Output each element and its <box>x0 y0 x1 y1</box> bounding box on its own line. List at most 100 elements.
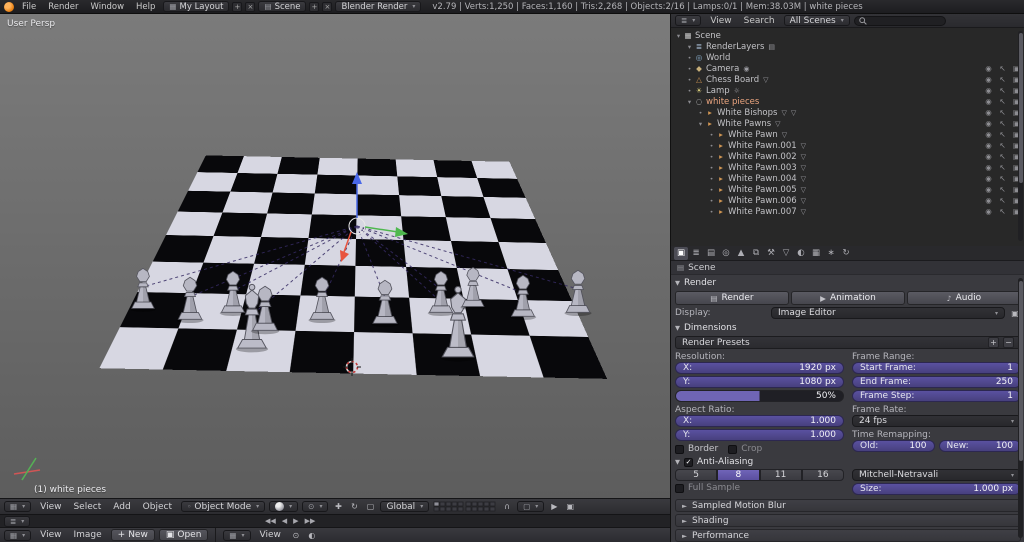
collapse-arrow-icon[interactable]: ▼ <box>675 458 680 466</box>
outliner-item-label[interactable]: RenderLayers <box>706 42 764 52</box>
render-button[interactable]: ▤ Render <box>675 291 789 305</box>
add-preset-button[interactable]: + <box>988 337 999 348</box>
render-presets-select[interactable]: Render Presets + − <box>675 336 1021 349</box>
disclosure-icon[interactable]: • <box>685 65 694 73</box>
properties-tab-render-layers[interactable]: ≣ <box>689 247 703 260</box>
outliner-item-label[interactable]: White Pawn.004 <box>728 174 797 184</box>
add-layout-button[interactable]: + <box>232 1 243 12</box>
outliner-item-label[interactable]: White Pawn <box>728 130 778 140</box>
view3d-menu-view[interactable]: View <box>35 502 66 512</box>
eye-icon[interactable]: ◉ <box>984 185 993 194</box>
disclosure-icon[interactable]: • <box>685 87 694 95</box>
outliner-row-white-pawn-001[interactable]: • ▸ White Pawn.001 ▽ ◉ ↖ ▣ <box>671 140 1024 151</box>
outliner-row-white-pawns[interactable]: ▾ ▸ White Pawns ▽ ◉ ↖ ▣ <box>671 118 1024 129</box>
opengl-render-icon[interactable]: ▶ <box>548 501 560 513</box>
editor-type-button[interactable]: ≣ ▾ <box>675 15 702 26</box>
properties-tab-constraints[interactable]: ⧉ <box>749 247 763 260</box>
snap-magnet-icon[interactable]: ∩ <box>501 501 513 513</box>
outliner-item-label[interactable]: Chess Board <box>706 75 759 85</box>
outliner-item-label[interactable]: White Pawn.006 <box>728 196 797 206</box>
eye-icon[interactable]: ◉ <box>984 207 993 216</box>
outliner-row-world[interactable]: • ◎ World <box>671 52 1024 63</box>
outliner-row-white-bishops[interactable]: • ▸ White Bishops ▽ ▽ ◉ ↖ ▣ <box>671 107 1024 118</box>
blender-logo-icon[interactable] <box>4 1 14 12</box>
editor-type-button[interactable]: ▦ ▾ <box>223 529 251 541</box>
play-icon[interactable]: ▶ <box>293 517 298 525</box>
eye-icon[interactable]: ◉ <box>984 119 993 128</box>
disclosure-icon[interactable]: • <box>685 54 694 62</box>
properties-tab-render[interactable]: ▣ <box>674 246 688 260</box>
outliner-item-label[interactable]: White Pawn.007 <box>728 207 797 217</box>
panel-shading[interactable]: ► Shading <box>675 514 1021 527</box>
select-arrow-icon[interactable]: ↖ <box>998 207 1007 216</box>
chess-pawn[interactable] <box>427 270 455 317</box>
chess-pawn[interactable] <box>176 276 204 324</box>
viewport-shading-select[interactable]: ▾ <box>269 501 299 512</box>
properties-tab-world[interactable]: ◎ <box>719 247 733 260</box>
disclosure-icon[interactable]: ▾ <box>674 32 683 40</box>
disclosure-icon[interactable]: • <box>707 164 716 172</box>
display-mode-select[interactable]: Image Editor ▾ <box>771 307 1005 319</box>
outliner-item-label[interactable]: white pieces <box>706 97 759 107</box>
second-editor-menu-view[interactable]: View <box>255 530 286 540</box>
eye-icon[interactable]: ◉ <box>984 152 993 161</box>
select-arrow-icon[interactable]: ↖ <box>998 163 1007 172</box>
border-checkbox[interactable]: Border <box>675 444 718 454</box>
checkbox-icon[interactable] <box>675 483 684 493</box>
disclosure-icon[interactable]: ▾ <box>696 120 705 128</box>
disclosure-icon[interactable]: • <box>696 109 705 117</box>
chess-pawn[interactable] <box>460 267 486 311</box>
disclosure-icon[interactable]: ▾ <box>685 43 694 51</box>
outliner-item-label[interactable]: White Pawn.005 <box>728 185 797 195</box>
eye-icon[interactable]: ◉ <box>984 86 993 95</box>
frame-rate-select[interactable]: 24 fps ▾ <box>852 415 1021 427</box>
disclosure-icon[interactable]: ▾ <box>685 98 694 106</box>
outliner-row-scene[interactable]: ▾ ▦ Scene <box>671 30 1024 41</box>
image-editor-menu-image[interactable]: Image <box>68 530 106 540</box>
aspect-y-field[interactable]: Y: 1.000 <box>675 429 844 441</box>
full-sample-checkbox[interactable]: Full Sample <box>675 483 740 493</box>
eye-icon[interactable]: ◉ <box>984 141 993 150</box>
outliner-item-label[interactable]: Scene <box>695 31 721 41</box>
properties-tab-scene[interactable]: ▤ <box>704 247 718 260</box>
checkbox-icon[interactable] <box>675 444 684 454</box>
outliner-row-white-pawn-004[interactable]: • ▸ White Pawn.004 ▽ ◉ ↖ ▣ <box>671 173 1024 184</box>
delete-scene-button[interactable]: × <box>322 1 333 12</box>
outliner-item-label[interactable]: White Pawn.002 <box>728 152 797 162</box>
chess-pawn[interactable] <box>564 269 592 317</box>
checkbox-icon[interactable] <box>728 444 738 454</box>
select-arrow-icon[interactable]: ↖ <box>998 196 1007 205</box>
disclosure-icon[interactable]: • <box>707 142 716 150</box>
disclosure-icon[interactable]: • <box>685 76 694 84</box>
disclosure-icon[interactable]: • <box>707 131 716 139</box>
properties-tab-modifiers[interactable]: ⚒ <box>764 247 778 260</box>
manipulator-scale-icon[interactable]: ▢ <box>364 501 376 513</box>
scene-select[interactable]: ▤ Scene <box>258 1 307 12</box>
aspect-x-field[interactable]: X: 1.000 <box>675 415 844 427</box>
view3d-menu-add[interactable]: Add <box>108 502 135 512</box>
play-reverse-icon[interactable]: ◀ <box>282 517 287 525</box>
remap-new-field[interactable]: New: 100 <box>938 440 1021 452</box>
delete-layout-button[interactable]: × <box>245 1 256 12</box>
outliner-item-label[interactable]: White Pawn.001 <box>728 141 797 151</box>
open-image-button[interactable]: ▣ Open <box>158 529 209 541</box>
chess-pawn[interactable] <box>219 270 247 317</box>
view3d-menu-object[interactable]: Object <box>138 502 177 512</box>
antialiasing-panel-header[interactable]: ▼ ✓ Anti-Aliasing <box>675 455 1021 469</box>
editor-type-button[interactable]: ▦ ▾ <box>4 529 32 541</box>
properties-tab-object-data[interactable]: ▽ <box>779 247 793 260</box>
scopes-icon[interactable]: ◐ <box>306 529 318 541</box>
resolution-percentage-slider[interactable]: 50% <box>675 390 844 402</box>
properties-tab-particles[interactable]: ∗ <box>824 247 838 260</box>
topbar-menu-render[interactable]: Render <box>43 2 83 12</box>
outliner-row-renderlayers[interactable]: ▾ ≣ RenderLayers ▤ <box>671 41 1024 52</box>
manipulator-translate-icon[interactable]: ✚ <box>332 501 344 513</box>
outliner-item-label[interactable]: White Pawns <box>717 119 771 129</box>
properties-tab-texture[interactable]: ▦ <box>809 247 823 260</box>
select-arrow-icon[interactable]: ↖ <box>998 174 1007 183</box>
aa-filter-select[interactable]: Mitchell-Netravali ▾ <box>852 469 1021 481</box>
select-arrow-icon[interactable]: ↖ <box>998 185 1007 194</box>
eye-icon[interactable]: ◉ <box>984 64 993 73</box>
outliner-row-white-pawn-006[interactable]: • ▸ White Pawn.006 ▽ ◉ ↖ ▣ <box>671 195 1024 206</box>
mode-select[interactable]: ◦ Object Mode ▾ <box>180 501 266 512</box>
